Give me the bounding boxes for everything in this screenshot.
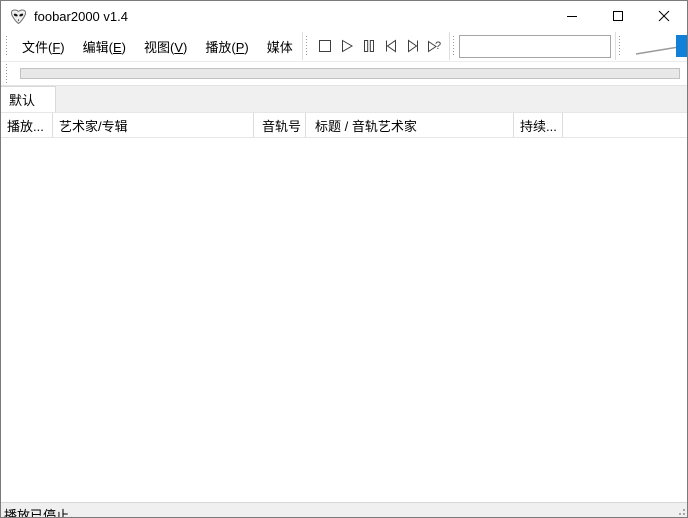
menu-file-label-end: ) bbox=[60, 40, 64, 55]
seekbar-grip[interactable] bbox=[6, 64, 7, 84]
menu-edit-label-end: ) bbox=[122, 40, 126, 55]
window-title: foobar2000 v1.4 bbox=[34, 9, 128, 24]
menu-media[interactable]: 媒体 bbox=[258, 33, 302, 60]
menu-view-label: 视图( bbox=[144, 40, 174, 55]
playlist-tabs: 默认 bbox=[1, 86, 687, 113]
toolbar-separator bbox=[449, 32, 450, 60]
menu-playback-label: 播放( bbox=[205, 40, 235, 55]
volume-handle[interactable] bbox=[676, 35, 688, 57]
tab-default-playlist[interactable]: 默认 bbox=[1, 86, 56, 112]
menu-file-label: 文件( bbox=[22, 40, 52, 55]
minimize-button[interactable] bbox=[549, 1, 595, 31]
menu-playback[interactable]: 播放(P) bbox=[196, 33, 257, 60]
toolbar-separator bbox=[302, 32, 303, 60]
pause-icon bbox=[361, 38, 377, 54]
play-button[interactable] bbox=[336, 34, 358, 58]
play-icon bbox=[339, 38, 355, 54]
transport-controls: ? bbox=[314, 34, 446, 58]
menu-view-mnemonic: V bbox=[174, 40, 183, 55]
window-controls bbox=[549, 1, 687, 31]
column-header-artist-album[interactable]: 艺术家/专辑 bbox=[53, 113, 254, 137]
menu-playback-label-end: ) bbox=[244, 40, 248, 55]
volume-toolbar-grip[interactable] bbox=[619, 36, 620, 56]
previous-icon bbox=[383, 38, 399, 54]
column-label: 音轨号 bbox=[262, 116, 301, 135]
search-toolbar-grip[interactable] bbox=[453, 36, 454, 56]
menu-view[interactable]: 视图(V) bbox=[135, 33, 196, 60]
title-bar: foobar2000 v1.4 bbox=[1, 1, 687, 31]
foobar2000-app-icon bbox=[10, 8, 27, 25]
menu-edit[interactable]: 编辑(E) bbox=[74, 33, 135, 60]
menu-file[interactable]: 文件(F) bbox=[13, 33, 74, 60]
close-button[interactable] bbox=[641, 1, 687, 31]
next-icon bbox=[405, 38, 421, 54]
minimize-icon bbox=[566, 10, 578, 22]
column-header-duration[interactable]: 持续... bbox=[514, 113, 563, 137]
column-label: 持续... bbox=[520, 116, 557, 135]
column-header-playing[interactable]: 播放... bbox=[1, 113, 53, 137]
search-input[interactable] bbox=[459, 35, 611, 58]
menu-view-label-end: ) bbox=[183, 40, 187, 55]
maximize-icon bbox=[612, 10, 624, 22]
column-label: 播放... bbox=[7, 116, 44, 135]
svg-text:?: ? bbox=[435, 40, 441, 52]
pause-button[interactable] bbox=[358, 34, 380, 58]
transport-toolbar-grip[interactable] bbox=[306, 36, 307, 56]
stop-icon bbox=[317, 38, 333, 54]
menu-edit-label: 编辑( bbox=[83, 40, 113, 55]
menu-media-label: 媒体 bbox=[267, 40, 293, 55]
next-track-button[interactable] bbox=[402, 34, 424, 58]
seekbar-row bbox=[1, 62, 687, 86]
column-header-filler bbox=[563, 113, 687, 137]
tab-label: 默认 bbox=[9, 90, 35, 109]
menu-edit-mnemonic: E bbox=[113, 40, 122, 55]
main-toolbar: 文件(F) 编辑(E) 视图(V) 播放(P) 媒体 bbox=[1, 31, 687, 62]
playlist-view[interactable] bbox=[1, 138, 687, 502]
app-window: foobar2000 v1.4 文件(F) 编辑(E bbox=[0, 0, 688, 518]
maximize-button[interactable] bbox=[595, 1, 641, 31]
column-header-title-artist[interactable]: 标题 / 音轨艺术家 bbox=[306, 113, 514, 137]
resize-grip[interactable] bbox=[678, 508, 685, 515]
previous-track-button[interactable] bbox=[380, 34, 402, 58]
status-bar: 播放已停止。 bbox=[1, 502, 687, 517]
playlist-column-headers: 播放... 艺术家/专辑 音轨号 标题 / 音轨艺术家 持续... bbox=[1, 113, 687, 138]
menu-toolbar-grip[interactable] bbox=[6, 36, 7, 56]
seekbar[interactable] bbox=[20, 68, 680, 79]
random-playback-button[interactable]: ? bbox=[424, 34, 446, 58]
column-label: 标题 / 音轨艺术家 bbox=[315, 116, 417, 135]
column-header-track-number[interactable]: 音轨号 bbox=[254, 113, 306, 137]
volume-slider[interactable] bbox=[624, 31, 688, 61]
toolbar-separator bbox=[615, 32, 616, 60]
random-icon: ? bbox=[426, 38, 444, 54]
close-icon bbox=[658, 10, 670, 22]
stop-button[interactable] bbox=[314, 34, 336, 58]
column-label: 艺术家/专辑 bbox=[59, 116, 128, 135]
status-text: 播放已停止。 bbox=[4, 508, 82, 517]
